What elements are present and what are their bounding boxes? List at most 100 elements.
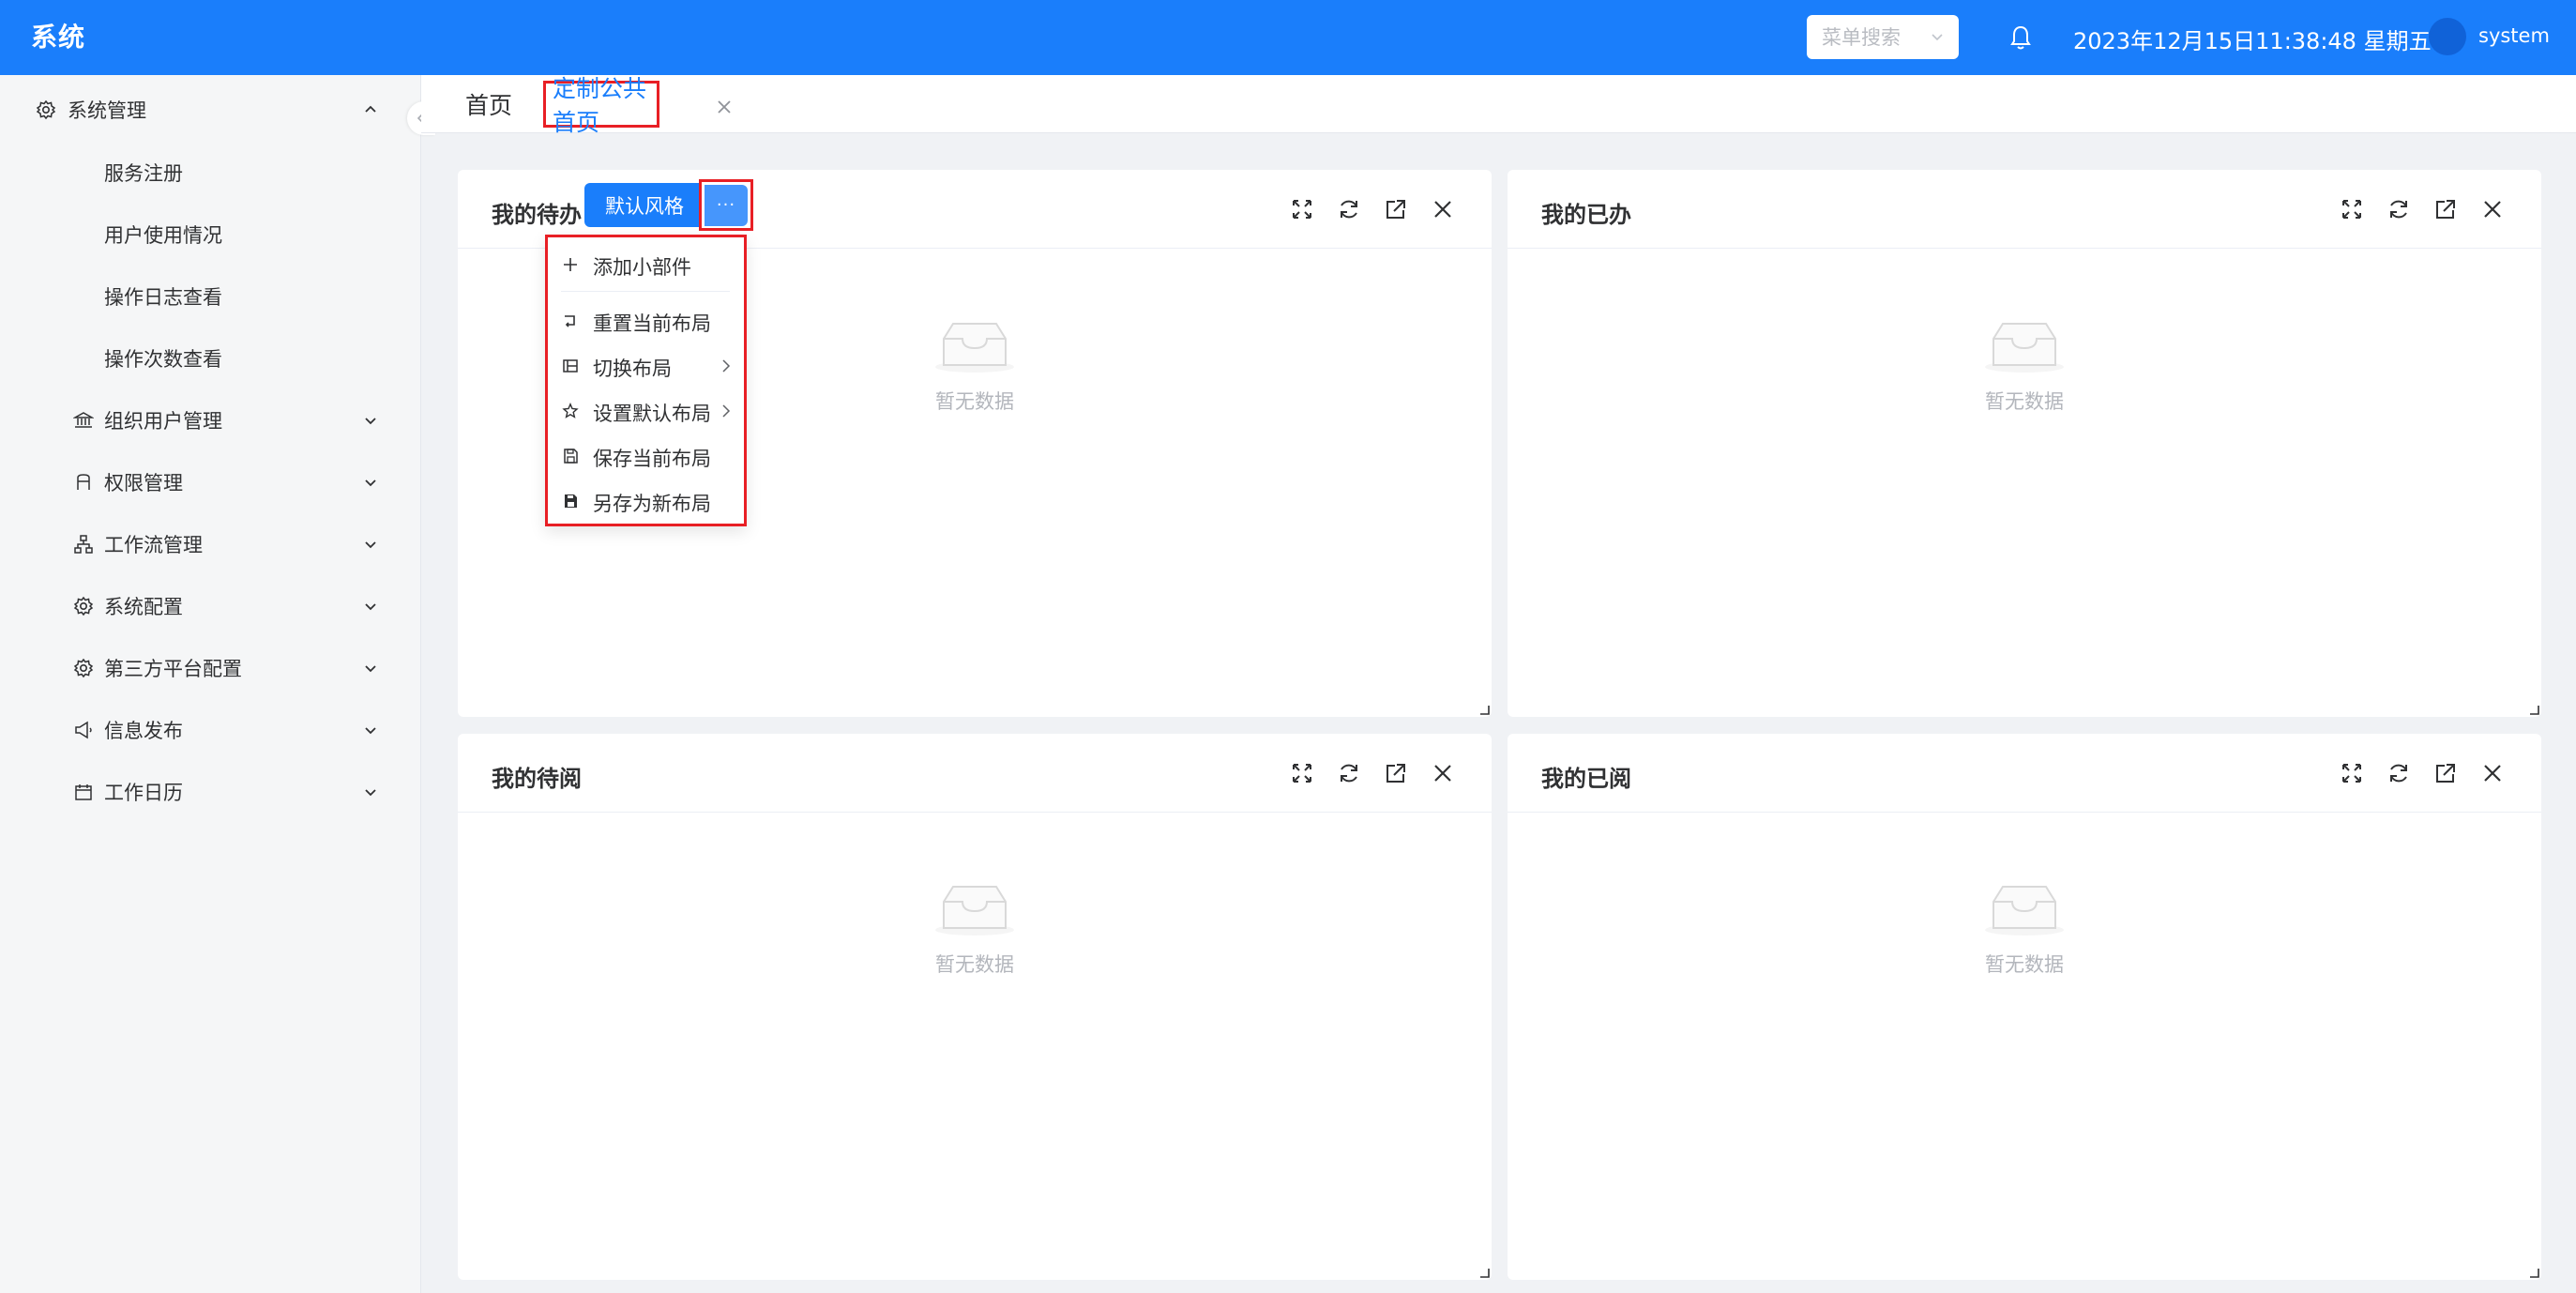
open-external-icon[interactable] [1383,196,1409,222]
chevron-down-icon[interactable] [362,598,379,615]
sidebar-item-permissions[interactable]: 权限管理 [0,454,421,510]
widget-card-done: 我的已办 暂无数据 [1508,170,2541,717]
sidebar-item-label: 第三方平台配置 [104,658,242,680]
bank-icon [73,412,94,428]
fullscreen-icon[interactable] [1289,196,1315,222]
current-datetime: 2023年12月15日11:38:48 星期五 [2073,28,2432,54]
close-icon[interactable] [1430,760,1456,786]
menu-item-save-as-new-layout[interactable]: 另存为新布局 [548,480,744,522]
menu-item-label: 切换布局 [593,357,672,380]
sidebar-item-operation-log[interactable]: 操作日志查看 [0,268,421,325]
menu-item-save-layout[interactable]: 保存当前布局 [548,435,744,477]
resize-handle-icon[interactable] [1478,1267,1490,1278]
chevron-right-icon [722,359,731,373]
sidebar-item-operation-count[interactable]: 操作次数查看 [0,330,421,387]
empty-text: 暂无数据 [1985,390,2064,413]
menu-item-label: 重置当前布局 [593,312,711,335]
fullscreen-icon[interactable] [2339,760,2365,786]
empty-state: 暂无数据 [881,318,1068,431]
refresh-icon[interactable] [2386,760,2412,786]
resize-handle-icon[interactable] [2528,1267,2539,1278]
close-icon[interactable] [2479,196,2506,222]
sidebar-item-org-users[interactable]: 组织用户管理 [0,392,421,449]
chevron-down-icon[interactable] [362,660,379,677]
refresh-icon[interactable] [2386,196,2412,222]
close-icon[interactable] [715,98,734,116]
refresh-icon[interactable] [1336,196,1362,222]
menu-item-label: 添加小部件 [593,256,691,279]
sidebar-item-workflow[interactable]: 工作流管理 [0,516,421,572]
layout-icon [563,359,578,373]
plus-icon [564,258,577,271]
sidebar-item-label: 操作日志查看 [104,286,222,309]
menu-item-add-widget[interactable]: 添加小部件 [548,244,744,285]
sidebar-item-label: 系统管理 [68,99,146,122]
resize-handle-icon[interactable] [1478,704,1490,715]
empty-inbox-icon [935,323,1014,373]
menu-search[interactable] [1807,15,1959,59]
reset-icon [565,315,575,327]
chevron-down-icon[interactable] [362,412,379,429]
default-style-button[interactable]: 默认风格 [584,183,705,227]
username[interactable]: system [2478,24,2550,47]
resize-handle-icon[interactable] [2528,704,2539,715]
star-icon [562,403,579,418]
menu-item-set-default-layout[interactable]: 设置默认布局 [548,390,744,432]
chevron-right-icon [722,404,731,418]
sidebar-item-system-config[interactable]: 系统配置 [0,578,421,634]
refresh-icon[interactable] [1336,760,1362,786]
chevron-down-icon[interactable] [362,536,379,553]
sidebar-item-label: 信息发布 [104,720,183,742]
menu-item-label: 保存当前布局 [593,448,711,470]
close-icon[interactable] [2479,760,2506,786]
widget-card-to-read: 我的待阅 暂无数据 [458,734,1492,1280]
chevron-down-icon[interactable] [1929,28,1946,45]
empty-state: 暂无数据 [881,881,1068,994]
empty-text: 暂无数据 [935,390,1014,413]
gear-icon [73,658,94,678]
gear-icon [36,99,56,120]
widget-title: 我的待办 [492,202,582,228]
sidebar: 系统管理 服务注册 用户使用情况 操作日志查看 操作次数查看 组织用户管理 权限… [0,75,421,1293]
sidebar-item-third-party-config[interactable]: 第三方平台配置 [0,640,421,696]
calendar-icon [75,784,92,800]
flow-icon [74,535,93,554]
widget-header: 我的已阅 [1508,734,2541,813]
widget-title: 我的已办 [1541,202,1631,228]
widget-card-read: 我的已阅 暂无数据 [1508,734,2541,1280]
save-icon [564,449,578,464]
tab-custom-public-home[interactable]: 定制公共首页 [543,75,659,136]
chevron-up-icon[interactable] [362,101,379,118]
more-options-button[interactable]: ··· [699,179,753,231]
fullscreen-icon[interactable] [2339,196,2365,222]
layout-options-menu: 添加小部件 重置当前布局 切换布局 设置默认布局 保存当前布局 另存为新布局 [545,235,747,526]
chevron-down-icon[interactable] [362,722,379,738]
megaphone-icon [75,721,92,739]
sidebar-item-user-usage[interactable]: 用户使用情况 [0,206,421,263]
bell-icon[interactable] [2008,23,2033,52]
sidebar-item-label: 操作次数查看 [104,348,222,371]
empty-text: 暂无数据 [935,953,1014,976]
avatar[interactable] [2429,18,2466,55]
chevron-down-icon[interactable] [362,783,379,800]
sidebar-item-service-registry[interactable]: 服务注册 [0,145,421,201]
empty-text: 暂无数据 [1985,953,2064,976]
chevron-down-icon[interactable] [362,474,379,491]
user-lock-icon [77,474,90,490]
close-icon[interactable] [1430,196,1456,222]
sidebar-item-publishing[interactable]: 信息发布 [0,702,421,758]
sidebar-item-label: 系统配置 [104,596,183,618]
open-external-icon[interactable] [1383,760,1409,786]
fullscreen-icon[interactable] [1289,760,1315,786]
menu-item-reset-layout[interactable]: 重置当前布局 [548,300,744,342]
tab-bar: 首页 定制公共首页 [421,75,2576,136]
open-external-icon[interactable] [2432,760,2459,786]
menu-search-input[interactable] [1822,25,1916,49]
gear-icon [73,596,94,616]
open-external-icon[interactable] [2432,196,2459,222]
tab-home[interactable]: 首页 [465,81,512,128]
sidebar-item-system-management[interactable]: 系统管理 [0,82,421,138]
sidebar-item-work-calendar[interactable]: 工作日历 [0,764,421,820]
menu-item-switch-layout[interactable]: 切换布局 [548,345,744,387]
empty-inbox-icon [935,886,1014,936]
